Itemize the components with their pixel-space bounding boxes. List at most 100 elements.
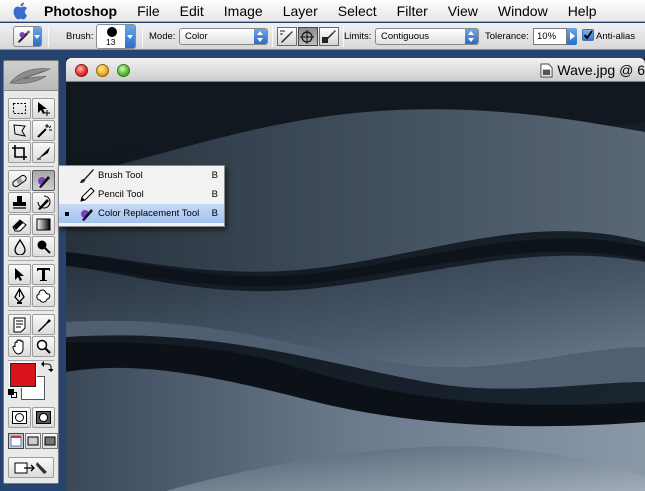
sampling-background-swatch-button[interactable] <box>319 27 339 46</box>
eyedropper-tool[interactable] <box>32 314 55 335</box>
menu-help[interactable]: Help <box>558 0 607 22</box>
apple-menu[interactable] <box>0 2 40 20</box>
limits-label: Limits: <box>344 31 372 42</box>
sampling-once-button[interactable] <box>298 27 318 46</box>
options-divider <box>142 26 143 47</box>
tolerance-value: 10% <box>537 31 557 42</box>
jump-to-imageready-button[interactable] <box>8 457 54 478</box>
document-titlebar[interactable]: Wave.jpg @ 6 <box>66 58 645 82</box>
toolbox-divider <box>8 260 54 261</box>
default-colors-icon[interactable] <box>8 389 18 399</box>
close-window-button[interactable] <box>75 64 88 77</box>
marquee-tool[interactable] <box>8 98 31 119</box>
full-screen-menu-mode-button[interactable] <box>25 433 41 449</box>
standard-mode-button[interactable] <box>8 407 31 428</box>
flyout-item-color-replacement-tool[interactable]: Color Replacement Tool B <box>59 204 224 223</box>
zoom-window-button[interactable] <box>117 64 130 77</box>
document-title-text: Wave.jpg @ 6 <box>557 62 645 78</box>
flyout-item-shortcut: B <box>211 170 218 181</box>
tolerance-field[interactable]: 10% <box>533 28 567 45</box>
zoom-tool[interactable] <box>32 336 55 357</box>
apple-logo-icon <box>13 2 28 19</box>
pencil-icon <box>80 187 95 202</box>
toolbox-divider <box>8 310 54 311</box>
blur-drop-icon <box>14 238 26 255</box>
quick-mask-icon <box>36 411 51 424</box>
brush-icon <box>80 169 94 183</box>
menu-filter[interactable]: Filter <box>387 0 438 22</box>
lasso-tool[interactable] <box>8 120 31 141</box>
flyout-item-brush-tool[interactable]: Brush Tool B <box>59 166 224 185</box>
jump-to-imageready-icon <box>14 462 47 474</box>
flyout-item-label: Brush Tool <box>98 170 143 181</box>
gradient-tool[interactable] <box>32 214 55 235</box>
color-replacement-icon <box>81 209 93 221</box>
minimize-window-button[interactable] <box>96 64 109 77</box>
chevron-right-icon <box>570 32 575 40</box>
menu-select[interactable]: Select <box>328 0 387 22</box>
toolbox-palette <box>3 60 59 484</box>
flyout-item-shortcut: B <box>211 189 218 200</box>
pen-tool[interactable] <box>8 286 31 307</box>
type-tool[interactable] <box>32 264 55 285</box>
path-selection-arrow-icon <box>15 268 24 281</box>
options-divider <box>48 26 49 47</box>
menu-layer[interactable]: Layer <box>273 0 328 22</box>
flyout-item-label: Pencil Tool <box>98 189 144 200</box>
screen-mode-standard-icon <box>10 435 22 447</box>
menu-photoshop[interactable]: Photoshop <box>40 0 127 22</box>
eraser-tool[interactable] <box>8 214 31 235</box>
chevron-down-icon <box>34 35 40 39</box>
full-screen-mode-button[interactable] <box>42 433 58 449</box>
options-divider <box>272 26 273 47</box>
mode-select[interactable]: Color <box>179 28 268 45</box>
crop-tool[interactable] <box>8 142 31 163</box>
pen-nib-icon <box>14 288 25 304</box>
tolerance-label: Tolerance: <box>485 31 529 42</box>
document-window: Wave.jpg @ 6 <box>66 58 645 491</box>
antialias-checkbox[interactable] <box>582 29 594 41</box>
move-tool[interactable] <box>32 98 55 119</box>
foreground-color-swatch[interactable] <box>9 362 37 388</box>
slice-tool[interactable] <box>32 142 55 163</box>
limits-select[interactable]: Contiguous <box>375 28 479 45</box>
hand-tool[interactable] <box>8 336 31 357</box>
custom-shape-tool[interactable] <box>32 286 55 307</box>
swap-colors-icon[interactable] <box>41 360 53 372</box>
options-bar: Brush: 13 Mode: Color Limits: Contiguous… <box>0 23 645 50</box>
sampling-continuous-button[interactable] <box>277 27 297 46</box>
menu-edit[interactable]: Edit <box>170 0 214 22</box>
limits-value: Contiguous <box>381 31 430 42</box>
eraser-icon <box>12 219 27 232</box>
brush-label: Brush: <box>66 31 94 42</box>
bandage-icon <box>12 174 27 188</box>
move-arrow-icon <box>38 102 50 116</box>
tolerance-slider-button[interactable] <box>567 28 577 45</box>
eyedropper-once-icon <box>300 30 314 44</box>
menu-file[interactable]: File <box>127 0 170 22</box>
slice-knife-icon <box>37 147 50 160</box>
path-selection-tool[interactable] <box>8 264 31 285</box>
blur-tool[interactable] <box>8 236 31 257</box>
wave-image-canvas[interactable] <box>66 82 645 491</box>
brush-picker[interactable]: 13 <box>96 24 136 49</box>
notes-tool[interactable] <box>8 314 31 335</box>
history-brush-tool[interactable] <box>32 192 55 213</box>
standard-mode-icon <box>12 411 27 424</box>
quick-mask-mode-button[interactable] <box>32 407 55 428</box>
magic-wand-tool[interactable] <box>32 120 55 141</box>
dodge-tool[interactable] <box>32 236 55 257</box>
standard-screen-mode-button[interactable] <box>8 433 24 449</box>
history-brush-icon <box>37 195 51 210</box>
menu-image[interactable]: Image <box>214 0 273 22</box>
toolbox-header[interactable] <box>4 61 58 91</box>
menu-view[interactable]: View <box>438 0 488 22</box>
tool-preset-picker[interactable] <box>13 26 42 47</box>
menu-window[interactable]: Window <box>488 0 558 22</box>
popup-arrows-icon <box>254 29 267 44</box>
color-replacement-tool[interactable] <box>32 170 55 191</box>
clone-stamp-tool[interactable] <box>8 192 31 213</box>
healing-brush-tool[interactable] <box>8 170 31 191</box>
flyout-item-pencil-tool[interactable]: Pencil Tool B <box>59 185 224 204</box>
chevron-down-icon <box>127 35 133 39</box>
